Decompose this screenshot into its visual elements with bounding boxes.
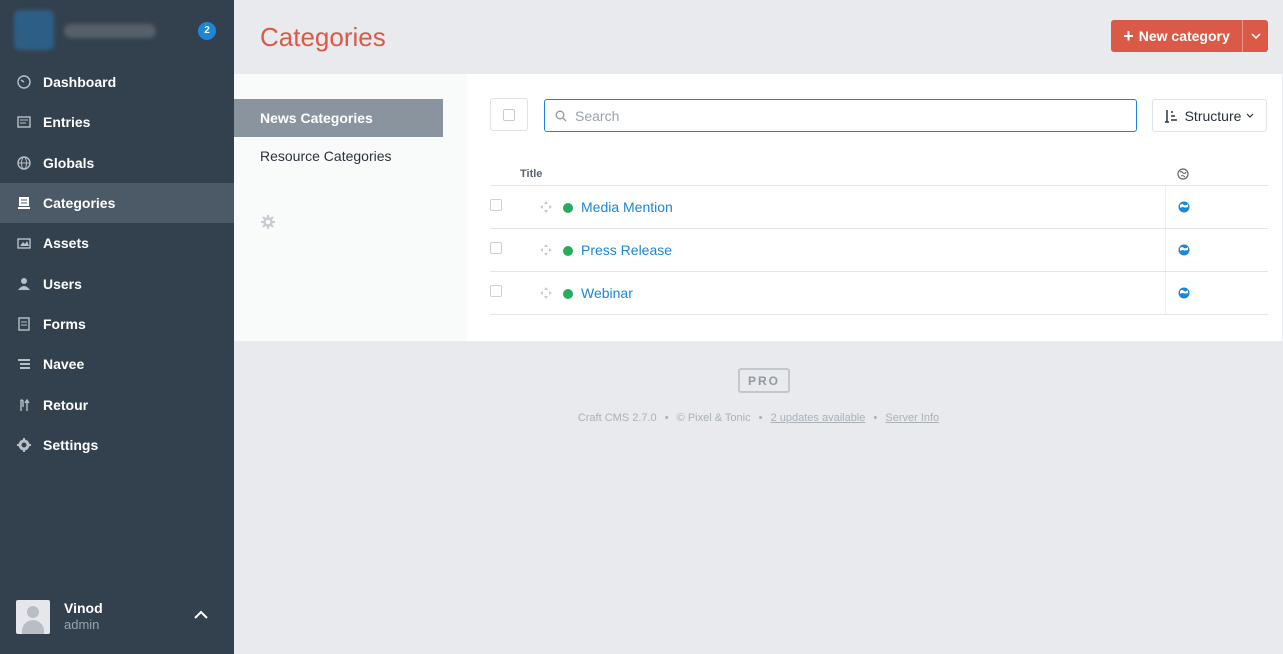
group-item-resource-categories[interactable]: Resource Categories	[234, 137, 443, 175]
settings-icon	[16, 437, 32, 453]
page-title: Categories	[260, 22, 386, 52]
avatar-head	[27, 606, 39, 618]
nav-label: Forms	[43, 315, 86, 332]
edition-badge: PRO	[738, 368, 790, 393]
new-category-button-group: + New category	[1111, 20, 1268, 52]
column-header-title[interactable]: Title	[520, 168, 542, 180]
nav-item-navee[interactable]: Navee	[0, 344, 234, 384]
forms-icon	[16, 316, 32, 332]
main-pane: Structure Title Media Mention Press Rele	[467, 74, 1282, 341]
server-info-link[interactable]: Server Info	[885, 412, 939, 424]
nav-label: Dashboard	[43, 74, 117, 91]
updates-link[interactable]: 2 updates available	[771, 412, 866, 424]
move-handle-icon[interactable]	[540, 244, 552, 256]
nav-item-settings[interactable]: Settings	[0, 425, 234, 465]
move-handle-icon[interactable]	[540, 287, 552, 299]
footer-separator: •	[664, 412, 669, 424]
new-category-button[interactable]: + New category	[1111, 20, 1242, 52]
table-row: Webinar	[490, 272, 1268, 315]
globe-icon	[1178, 287, 1190, 299]
footer-separator: •	[758, 412, 763, 424]
chevron-down-icon	[1250, 33, 1261, 39]
plus-icon: +	[1123, 25, 1134, 46]
user-menu[interactable]: Vinod admin	[0, 594, 234, 654]
move-handle-icon[interactable]	[540, 201, 552, 213]
retour-icon	[16, 397, 32, 413]
row-checkbox[interactable]	[490, 285, 502, 297]
entries-icon	[16, 114, 32, 130]
table-row: Media Mention	[490, 186, 1268, 229]
chevron-down-icon	[1246, 113, 1254, 118]
column-divider	[1165, 186, 1166, 228]
navee-icon	[16, 356, 32, 372]
categories-icon	[16, 195, 32, 211]
status-indicator	[563, 246, 573, 256]
structure-label: Structure	[1184, 107, 1242, 124]
nav-item-assets[interactable]: Assets	[0, 223, 234, 263]
nav-item-users[interactable]: Users	[0, 263, 234, 303]
gear-icon[interactable]	[260, 214, 276, 230]
dashboard-icon	[16, 74, 32, 90]
categories-table: Title Media Mention Press Release Webina…	[490, 162, 1268, 315]
category-groups-sidebar: News Categories Resource Categories	[234, 74, 467, 341]
row-checkbox[interactable]	[490, 199, 502, 211]
user-name: Vinod	[64, 600, 103, 616]
user-role: admin	[64, 617, 100, 632]
category-title-link[interactable]: Press Release	[581, 242, 672, 258]
avatar	[16, 600, 50, 634]
assets-icon	[16, 235, 32, 251]
category-title-link[interactable]: Webinar	[581, 285, 633, 301]
nav-label: Navee	[43, 356, 85, 373]
nav-label: Users	[43, 275, 82, 292]
group-item-news-categories[interactable]: News Categories	[234, 99, 443, 137]
new-category-menu-button[interactable]	[1242, 20, 1268, 52]
new-category-label: New category	[1138, 28, 1230, 44]
content-pane: News Categories Resource Categories Stru…	[234, 74, 1282, 341]
search-field	[544, 99, 1137, 132]
structure-sort-button[interactable]: Structure	[1152, 99, 1267, 132]
checkbox-box	[503, 108, 515, 121]
site-name[interactable]	[64, 24, 156, 38]
globe-icon	[16, 155, 32, 171]
category-title-link[interactable]: Media Mention	[581, 199, 673, 215]
table-header: Title	[490, 162, 1268, 186]
status-indicator	[563, 289, 573, 299]
structure-icon	[1164, 109, 1177, 123]
table-row: Press Release	[490, 229, 1268, 272]
search-icon	[555, 110, 567, 121]
users-icon	[16, 276, 32, 292]
footer: Craft CMS 2.7.0 • © Pixel & Tonic • 2 up…	[234, 412, 1283, 424]
footer-version: Craft CMS 2.7.0	[577, 412, 657, 424]
chevron-up-icon[interactable]	[192, 608, 210, 622]
globe-icon	[1178, 244, 1190, 256]
select-all-checkbox[interactable]	[490, 98, 528, 131]
update-badge[interactable]: 2	[198, 22, 216, 40]
footer-separator: •	[873, 412, 878, 424]
column-divider	[1165, 229, 1166, 271]
search-input[interactable]	[575, 107, 1115, 124]
nav-label: Globals	[43, 154, 95, 171]
nav-label: Retour	[43, 396, 89, 413]
nav-label: Categories	[43, 195, 116, 212]
nav-label: Assets	[43, 235, 89, 252]
globe-icon	[1178, 201, 1190, 213]
nav-item-entries[interactable]: Entries	[0, 102, 234, 142]
nav-item-categories[interactable]: Categories	[0, 182, 234, 224]
nav-item-dashboard[interactable]: Dashboard	[0, 62, 234, 102]
site-header: 2	[0, 0, 234, 64]
sidebar: 2 Dashboard Entries Globals Categories A…	[0, 0, 234, 654]
status-indicator	[563, 203, 573, 213]
nav-label: Entries	[43, 114, 91, 131]
nav-item-retour[interactable]: Retour	[0, 384, 234, 424]
avatar-body	[22, 620, 44, 634]
globe-icon	[1177, 168, 1189, 180]
nav-item-forms[interactable]: Forms	[0, 304, 234, 344]
main-nav: Dashboard Entries Globals Categories Ass…	[0, 62, 234, 465]
row-checkbox[interactable]	[490, 242, 502, 254]
nav-item-globals[interactable]: Globals	[0, 143, 234, 183]
nav-label: Settings	[43, 436, 99, 453]
site-logo[interactable]	[14, 10, 54, 50]
column-divider	[1165, 272, 1166, 314]
footer-copyright: © Pixel & Tonic	[676, 412, 751, 424]
